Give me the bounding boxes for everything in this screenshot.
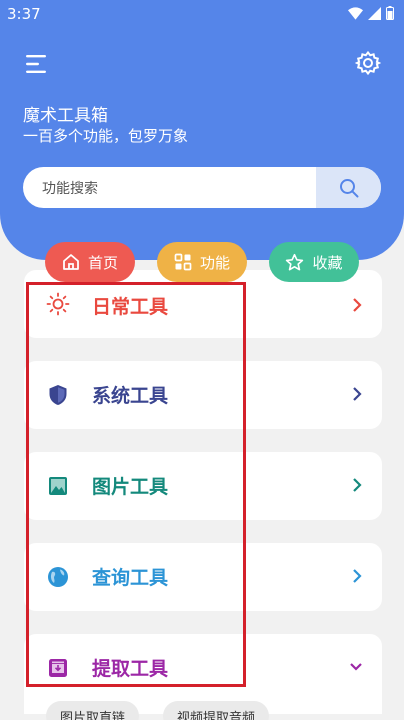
tool-chip-video-audio[interactable]: 视频提取音频 <box>163 701 270 720</box>
status-icons <box>348 6 394 20</box>
menu-icon <box>26 55 46 73</box>
highlight-box <box>26 282 246 687</box>
search-button[interactable] <box>316 167 381 208</box>
battery-icon <box>386 6 394 20</box>
chevron-right-icon <box>353 387 362 401</box>
search-input[interactable]: 功能搜索 <box>42 178 98 198</box>
chevron-right-icon <box>353 569 362 583</box>
status-time: 3:37 <box>7 5 41 23</box>
chevron-right-icon <box>353 478 362 492</box>
signal-icon <box>368 6 381 20</box>
nav-pill-favorites[interactable]: 收藏 <box>269 242 359 282</box>
search-icon <box>339 178 358 197</box>
nav-pill-functions[interactable]: 功能 <box>157 242 247 282</box>
nav-pill-label: 功能 <box>199 253 230 272</box>
settings-button[interactable] <box>354 50 382 76</box>
nav-pill-label: 首页 <box>87 253 118 272</box>
search-bar[interactable]: 功能搜索 <box>23 167 381 208</box>
gear-icon <box>354 50 382 76</box>
star-icon <box>286 253 304 270</box>
wifi-icon <box>348 6 363 20</box>
menu-button[interactable] <box>24 52 48 76</box>
chevron-right-icon <box>353 298 362 312</box>
app-subtitle: 一百多个功能，包罗万象 <box>23 127 189 145</box>
nav-pill-home[interactable]: 首页 <box>45 242 135 282</box>
tool-chip-image-link[interactable]: 图片取直链 <box>46 701 140 720</box>
nav-pill-label: 收藏 <box>312 253 343 272</box>
grid-icon <box>174 253 192 271</box>
app-title: 魔术工具箱 <box>23 106 108 126</box>
chevron-down-icon <box>350 663 362 671</box>
home-icon <box>63 254 79 270</box>
status-bar: 3:37 <box>0 0 404 28</box>
